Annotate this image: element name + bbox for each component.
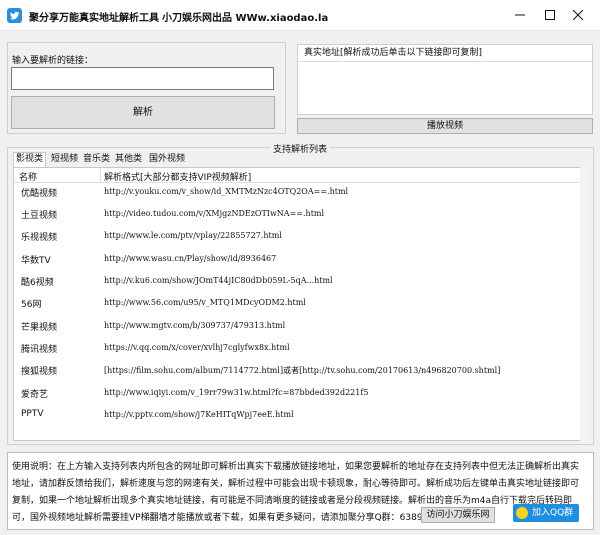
- tab-other[interactable]: 其他类: [113, 153, 144, 167]
- list-item[interactable]: PPTV http://v.pptv.com/show/j7KeHITqWpj7e…: [14, 407, 588, 423]
- list-item-name: 芒果视频: [21, 323, 58, 333]
- list-item-format: http://www.wasu.cn/Play/show/id/8936467: [104, 254, 277, 263]
- minimize-icon: [515, 14, 525, 16]
- column-header-format[interactable]: 解析格式[大部分都支持VIP视频解析]: [104, 170, 251, 183]
- list-item-name: 56网: [21, 300, 42, 310]
- url-input[interactable]: [11, 67, 274, 90]
- tab-music[interactable]: 音乐类: [81, 153, 112, 167]
- list-item-name: 优酷视频: [21, 189, 58, 199]
- support-list-legend: 支持解析列表: [270, 142, 331, 155]
- list-item[interactable]: 乐视视频 http://www.le.com/ptv/vplay/22855727…: [14, 228, 588, 244]
- maximize-button[interactable]: [538, 4, 562, 26]
- list-item-name: PPTV: [21, 409, 44, 419]
- close-icon: [573, 10, 583, 20]
- list-item-name: 华数TV: [21, 256, 51, 266]
- join-qq-group-label: 加入QQ群: [532, 508, 574, 518]
- window-subtitle: 小刀娱乐网出品 WWw.xiaodao.la: [162, 13, 329, 24]
- tab-short-video[interactable]: 短视频: [49, 153, 80, 167]
- list-item-format: http://www.le.com/ptv/vplay/22855727.htm…: [104, 231, 282, 240]
- list-item-name: 酷6视频: [21, 278, 54, 288]
- window-title: 聚分享万能真实地址解析工具: [29, 13, 159, 24]
- tab-movies[interactable]: 影视类: [13, 152, 47, 167]
- list-item[interactable]: 搜狐视频 [https://film.sohu.com/album/7114772…: [14, 362, 588, 378]
- tab-foreign-video[interactable]: 国外视频: [147, 153, 187, 167]
- list-item-name: 腾讯视频: [21, 345, 58, 355]
- list-item-format: http://v.pptv.com/show/j7KeHITqWpj7eeE.h…: [104, 410, 294, 419]
- url-label: 输入要解析的链接：: [12, 56, 94, 66]
- list-item[interactable]: 华数TV http://www.wasu.cn/Play/show/id/8936…: [14, 251, 588, 267]
- twitter-bird-icon: [7, 8, 22, 23]
- list-item[interactable]: 爱奇艺 http://www.iqiyi.com/v_19rr79w31w.htm…: [14, 385, 588, 401]
- join-qq-group-button[interactable]: 加入QQ群: [513, 504, 579, 522]
- play-video-button[interactable]: 播放视频: [297, 118, 593, 134]
- title-bar: 聚分享万能真实地址解析工具 小刀娱乐网出品 WWw.xiaodao.la: [0, 0, 600, 31]
- list-item-name: 乐视视频: [21, 233, 58, 243]
- column-header-name[interactable]: 名称: [19, 170, 37, 183]
- list-item[interactable]: 56网 http://www.56.com/u95/v_MTQ1MDcyODM2.…: [14, 295, 588, 311]
- list-item[interactable]: 腾讯视频 https://v.qq.com/x/cover/xvlhj7cglyf…: [14, 340, 588, 356]
- list-item[interactable]: 土豆视频 http://video.tudou.com/v/XMjgzNDEzOT…: [14, 206, 588, 222]
- list-item-format: [https://film.sohu.com/album/7114772.htm…: [104, 366, 501, 375]
- real-address-header: 真实地址[解析成功后单击以下链接即可复制]: [298, 45, 592, 62]
- list-item[interactable]: 优酷视频 http://v.youku.com/v_show/id_XMTMzNz…: [14, 184, 588, 200]
- instructions-text: 使用说明：在上方输入支持列表内所包含的网址即可解析出真实下载播放链接地址，如果您…: [12, 462, 580, 523]
- column-divider[interactable]: [100, 168, 101, 183]
- list-scrollbar[interactable]: [580, 167, 589, 441]
- list-item-name: 土豆视频: [21, 211, 58, 221]
- list-header: 名称 解析格式[大部分都支持VIP视频解析]: [14, 168, 588, 183]
- qq-penguin-icon: [516, 507, 528, 519]
- list-item-format: http://v.ku6.com/show/JOmT44jIC80dDb059L…: [104, 276, 333, 285]
- list-item-name: 爱奇艺: [21, 390, 49, 400]
- parse-button[interactable]: 解析: [11, 96, 275, 129]
- list-item-format: https://v.qq.com/x/cover/xvlhj7cglyfwx8x…: [104, 343, 290, 352]
- minimize-button[interactable]: [508, 4, 532, 26]
- list-item-format: http://www.iqiyi.com/v_19rr79w31w.html?f…: [104, 388, 369, 397]
- support-list[interactable]: 名称 解析格式[大部分都支持VIP视频解析] 优酷视频 http://v.youk…: [13, 167, 589, 441]
- list-item-format: http://www.56.com/u95/v_MTQ1MDcyODM2.htm…: [104, 298, 306, 307]
- real-address-list[interactable]: 真实地址[解析成功后单击以下链接即可复制]: [297, 44, 593, 115]
- list-item[interactable]: 芒果视频 http://www.mgtv.com/b/309737/479313.…: [14, 318, 588, 334]
- list-item[interactable]: 酷6视频 http://v.ku6.com/show/JOmT44jIC80dDb…: [14, 273, 588, 289]
- list-item-format: http://www.mgtv.com/b/309737/479313.html: [104, 321, 286, 330]
- list-item-format: http://v.youku.com/v_show/id_XMTMzNzc4OT…: [104, 187, 349, 196]
- visit-site-button[interactable]: 访问小刀娱乐网: [421, 507, 495, 523]
- maximize-icon: [545, 10, 555, 20]
- list-item-format: http://video.tudou.com/v/XMjgzNDEzOTIwNA…: [104, 209, 325, 218]
- close-button[interactable]: [566, 4, 590, 26]
- list-item-name: 搜狐视频: [21, 367, 58, 377]
